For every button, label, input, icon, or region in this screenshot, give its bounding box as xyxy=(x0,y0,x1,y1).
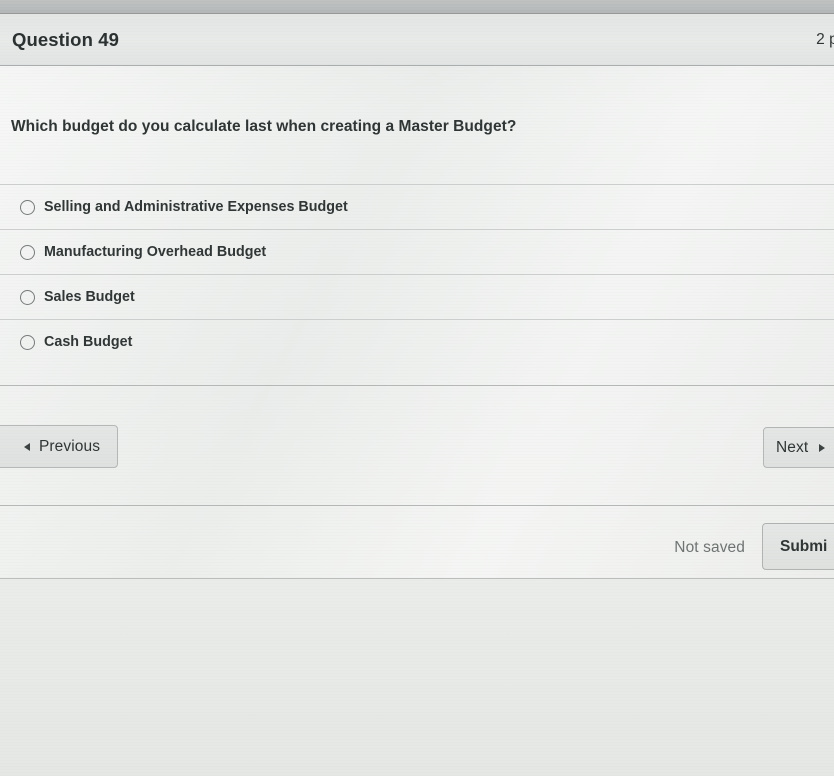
triangle-right-icon xyxy=(819,443,826,452)
submit-button-label: Submi xyxy=(780,537,828,555)
radio-button-icon[interactable] xyxy=(20,199,35,215)
previous-question-button[interactable]: Previous xyxy=(0,425,118,468)
answer-option-1[interactable]: Selling and Administrative Expenses Budg… xyxy=(0,184,834,229)
previous-button-label: Previous xyxy=(38,437,101,455)
question-points: 2 pt xyxy=(816,30,834,48)
quiz-footer-row: Not saved Submi xyxy=(0,506,834,578)
answer-options-list: Selling and Administrative Expenses Budg… xyxy=(0,184,834,364)
answer-option-4[interactable]: Cash Budget xyxy=(0,319,834,364)
page-empty-area xyxy=(0,579,834,776)
submit-quiz-button[interactable]: Submi xyxy=(762,523,834,570)
question-header-divider xyxy=(0,65,834,66)
next-button-label: Next xyxy=(776,438,809,456)
quiz-navigation-row: Previous Next xyxy=(0,386,834,505)
radio-button-icon[interactable] xyxy=(20,244,35,260)
question-header: Question 49 2 pt xyxy=(0,14,834,65)
radio-button-icon[interactable] xyxy=(20,289,35,305)
answer-option-3[interactable]: Sales Budget xyxy=(0,274,834,319)
radio-button-icon[interactable] xyxy=(20,334,35,350)
answer-option-2[interactable]: Manufacturing Overhead Budget xyxy=(0,229,834,274)
answer-option-label: Selling and Administrative Expenses Budg… xyxy=(44,199,348,215)
question-number-title: Question 49 xyxy=(12,28,119,50)
answer-option-label: Cash Budget xyxy=(44,334,133,350)
top-chrome-strip xyxy=(0,0,834,13)
question-prompt: Which budget do you calculate last when … xyxy=(11,118,517,135)
answer-option-label: Manufacturing Overhead Budget xyxy=(44,244,267,260)
quiz-screen: Question 49 2 pt Which budget do you cal… xyxy=(0,0,834,776)
next-question-button[interactable]: Next xyxy=(763,427,834,468)
answer-option-label: Sales Budget xyxy=(44,289,135,305)
save-status-text: Not saved xyxy=(674,539,745,556)
triangle-left-icon xyxy=(23,442,30,451)
